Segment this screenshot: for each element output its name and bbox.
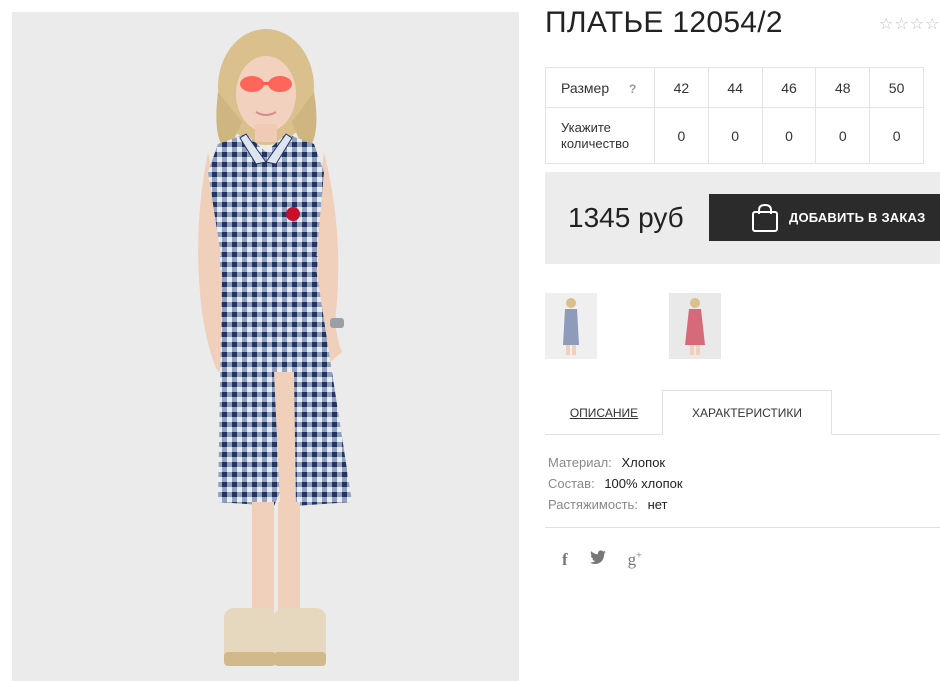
size-cell: 48 — [815, 67, 871, 108]
size-help-icon[interactable]: ? — [629, 82, 636, 96]
twitter-bird-icon — [589, 550, 606, 565]
product-price: 1345 руб — [568, 202, 684, 233]
rating-stars[interactable]: ☆☆☆☆☆ — [879, 14, 940, 34]
size-label: Размер — [561, 79, 610, 96]
add-to-cart-button[interactable]: ДОБАВИТЬ В ЗАКАЗ — [709, 194, 940, 241]
characteristics-list: Материал: Хлопок Состав: 100% хлопок Рас… — [548, 452, 683, 515]
thumbnail-image — [685, 298, 705, 355]
size-cell: 46 — [761, 67, 817, 108]
quantity-input-size-42[interactable]: 0 — [654, 107, 709, 164]
characteristic-value: Хлопок — [621, 455, 666, 470]
facebook-icon[interactable]: f — [562, 550, 568, 570]
size-cell: 50 — [869, 67, 924, 108]
price-panel: 1345 руб ДОБАВИТЬ В ЗАКАЗ — [545, 172, 940, 264]
size-cell: 44 — [707, 67, 763, 108]
characteristic-key: Материал: — [548, 455, 612, 470]
google-plus-icon[interactable]: g+ — [628, 550, 642, 570]
thumbnail-red-dress[interactable] — [669, 293, 721, 359]
model-in-dress-image — [198, 29, 352, 666]
characteristic-row: Растяжимость: нет — [548, 494, 683, 515]
characteristic-value: нет — [647, 497, 668, 512]
product-tabs: ОПИСАНИЕ ХАРАКТЕРИСТИКИ — [545, 390, 940, 435]
characteristic-key: Состав: — [548, 476, 595, 491]
size-header-cell: Размер ? — [545, 67, 655, 108]
product-title: ПЛАТЬЕ 12054/2 — [545, 6, 783, 39]
characteristic-row: Состав: 100% хлопок — [548, 473, 683, 494]
shopping-bag-icon — [752, 203, 778, 232]
characteristic-value: 100% хлопок — [604, 476, 683, 491]
social-share-bar: f g+ — [562, 550, 642, 570]
size-quantity-table: Размер ? 42 44 46 48 50 Укажите количест… — [545, 67, 924, 164]
section-divider — [545, 527, 940, 528]
product-main-photo[interactable] — [12, 12, 519, 681]
quantity-input-size-46[interactable]: 0 — [761, 107, 817, 164]
quantity-header-cell: Укажите количество — [545, 107, 655, 164]
characteristic-row: Материал: Хлопок — [548, 452, 683, 473]
quantity-label: Укажите количество — [561, 119, 630, 151]
characteristic-key: Растяжимость: — [548, 497, 638, 512]
thumbnail-blue-dress[interactable] — [545, 293, 597, 359]
quantity-input-size-48[interactable]: 0 — [815, 107, 871, 164]
size-cell: 42 — [654, 67, 709, 108]
thumbnail-image — [563, 298, 579, 355]
add-to-cart-label: ДОБАВИТЬ В ЗАКАЗ — [789, 210, 926, 225]
quantity-row: Укажите количество 0 0 0 0 0 — [545, 107, 924, 164]
tab-characteristics[interactable]: ХАРАКТЕРИСТИКИ — [662, 390, 832, 435]
size-row: Размер ? 42 44 46 48 50 — [545, 67, 924, 108]
tab-description[interactable]: ОПИСАНИЕ — [545, 390, 663, 435]
quantity-input-size-44[interactable]: 0 — [707, 107, 763, 164]
twitter-icon[interactable] — [589, 550, 606, 570]
quantity-input-size-50[interactable]: 0 — [869, 107, 924, 164]
